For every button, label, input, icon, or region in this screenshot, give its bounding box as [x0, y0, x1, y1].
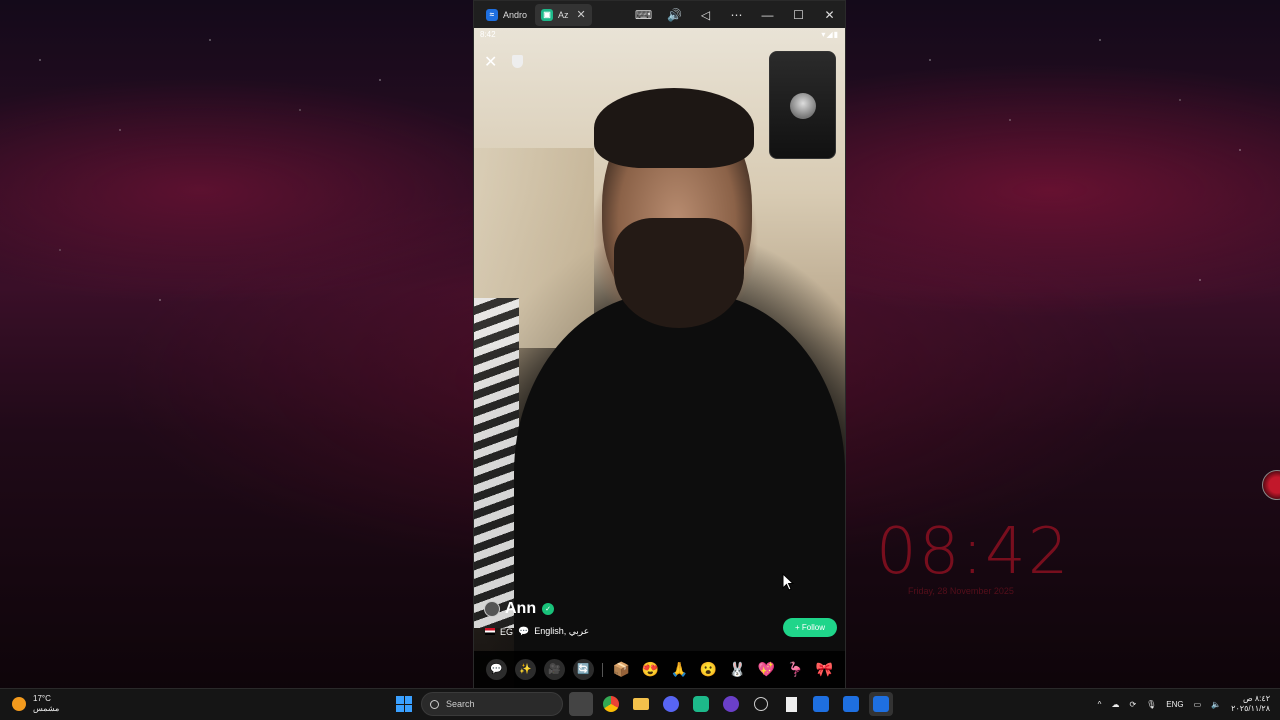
document-icon[interactable]: [779, 692, 803, 716]
tab-label: Az: [558, 9, 569, 20]
gift-pray-icon[interactable]: 🙏: [669, 659, 690, 680]
effects-icon[interactable]: ✨: [515, 659, 536, 680]
status-time: 8:42: [480, 30, 496, 39]
user-languages: English, عربي: [534, 626, 590, 636]
file-explorer-icon[interactable]: [629, 692, 653, 716]
cloud-icon[interactable]: ☁: [1111, 700, 1119, 709]
minimize-button[interactable]: —: [752, 8, 783, 22]
maximize-button[interactable]: ☐: [783, 8, 814, 22]
language-indicator[interactable]: ENG: [1166, 700, 1183, 709]
sun-icon: [12, 697, 26, 711]
gift-bunny-icon[interactable]: 🐰: [727, 659, 748, 680]
window-titlebar: ≈ Andro ▣ Az ✕ ⌨ 🔊 ◁ ⋯ — ☐ ✕: [474, 1, 845, 28]
zebra-chair: [474, 298, 519, 628]
weather-desc: مشمس: [33, 704, 60, 713]
search-icon: [430, 699, 439, 709]
discord-icon[interactable]: [659, 692, 683, 716]
weather-widget[interactable]: 17°C مشمس: [12, 694, 59, 714]
system-tray: ^ ☁ ⟳ 🎙 ENG ▭ 🔈 ٨:٤٢ ص ٢٠٢٥/١١/٢٨: [1098, 694, 1270, 714]
verified-icon: ✓: [542, 603, 555, 615]
desktop-widget-icon[interactable]: [1262, 470, 1280, 500]
close-icon[interactable]: ✕: [484, 52, 497, 72]
action-bar: 💬 ✨ 🎥 🔄 📦 😍 🙏 😮 🐰 💖 🦩 🎀: [474, 651, 845, 688]
tab-label: Andro: [503, 9, 528, 20]
android-emulator-icon: ≈: [486, 8, 498, 21]
self-avatar: [790, 93, 816, 119]
switch-camera-icon[interactable]: 🔄: [573, 659, 594, 680]
close-window-button[interactable]: ✕: [814, 8, 845, 22]
tab-android[interactable]: ≈ Andro: [480, 4, 533, 26]
gift-flamingo-icon[interactable]: 🦩: [785, 659, 806, 680]
shield-icon[interactable]: [512, 55, 523, 68]
taskbar-apps: Search: [393, 692, 893, 716]
follow-button[interactable]: + Follow: [783, 618, 837, 637]
egypt-flag-icon: [485, 628, 495, 635]
android-app-icon[interactable]: [689, 692, 713, 716]
user-country: EG: [500, 626, 514, 637]
chrome-icon[interactable]: [599, 692, 623, 716]
emulator-icon-active[interactable]: [869, 692, 893, 716]
azar-app-icon: ▣: [541, 8, 554, 21]
volume-icon[interactable]: 🔊: [659, 8, 690, 22]
speaker-icon[interactable]: 🔈: [1211, 700, 1221, 709]
emulator-icon-2[interactable]: [839, 692, 863, 716]
gift-surprised-icon[interactable]: 😮: [698, 659, 719, 680]
taskbar: 17°C مشمس Search ^ ☁ ⟳ 🎙 ENG ▭ 🔈 ٨:٤٢ ص …: [0, 688, 1280, 720]
gift-box-icon[interactable]: 📦: [611, 659, 632, 680]
search-input[interactable]: Search: [421, 692, 563, 716]
game-app-icon[interactable]: [719, 692, 743, 716]
weather-temp: 17°C: [33, 694, 51, 703]
user-meta: EG 💬 English, عربي: [485, 626, 589, 637]
taskbar-time: ٨:٤٢ ص: [1242, 694, 1270, 703]
gift-heart-eyes-icon[interactable]: 😍: [640, 659, 661, 680]
person-beard: [614, 218, 744, 328]
language-icon: 💬: [518, 626, 530, 636]
status-icons: ▾◢▮: [821, 30, 839, 39]
chat-icon[interactable]: 💬: [486, 659, 507, 680]
network-icon[interactable]: ▭: [1194, 700, 1202, 709]
chevron-up-icon[interactable]: ^: [1098, 700, 1102, 709]
more-icon[interactable]: ⋯: [721, 8, 752, 22]
search-placeholder: Search: [446, 699, 475, 709]
task-view-icon[interactable]: [569, 692, 593, 716]
tab-azar[interactable]: ▣ Az ✕: [535, 3, 592, 26]
camera-icon[interactable]: 🎥: [544, 659, 565, 680]
avatar: [484, 601, 500, 617]
keyboard-icon[interactable]: ⌨: [628, 8, 659, 22]
gift-heart-icon[interactable]: 💖: [756, 659, 777, 680]
emulator-icon-1[interactable]: [809, 692, 833, 716]
mic-icon[interactable]: 🎙: [1146, 700, 1156, 709]
taskbar-clock[interactable]: ٨:٤٢ ص ٢٠٢٥/١١/٢٨: [1231, 694, 1270, 714]
sync-icon[interactable]: ⟳: [1129, 700, 1136, 709]
back-icon[interactable]: ◁: [690, 8, 721, 22]
taskbar-date: ٢٠٢٥/١١/٢٨: [1231, 704, 1270, 713]
person-hair: [594, 88, 754, 168]
desktop-clock: 08:42: [876, 515, 1071, 589]
self-preview[interactable]: [769, 51, 836, 159]
clock-app-icon[interactable]: [749, 692, 773, 716]
desktop-clock-date: Friday, 28 November 2025: [908, 586, 1014, 596]
user-info[interactable]: Ann ✓: [484, 600, 555, 618]
android-status-bar: 8:42 ▾◢▮: [474, 28, 845, 42]
windows-start-icon[interactable]: [393, 693, 415, 715]
mouse-cursor-icon: [782, 573, 794, 591]
gift-bow-icon[interactable]: 🎀: [814, 659, 835, 680]
close-tab-icon[interactable]: ✕: [577, 8, 586, 21]
user-name: Ann: [505, 600, 537, 617]
divider: [602, 662, 603, 677]
